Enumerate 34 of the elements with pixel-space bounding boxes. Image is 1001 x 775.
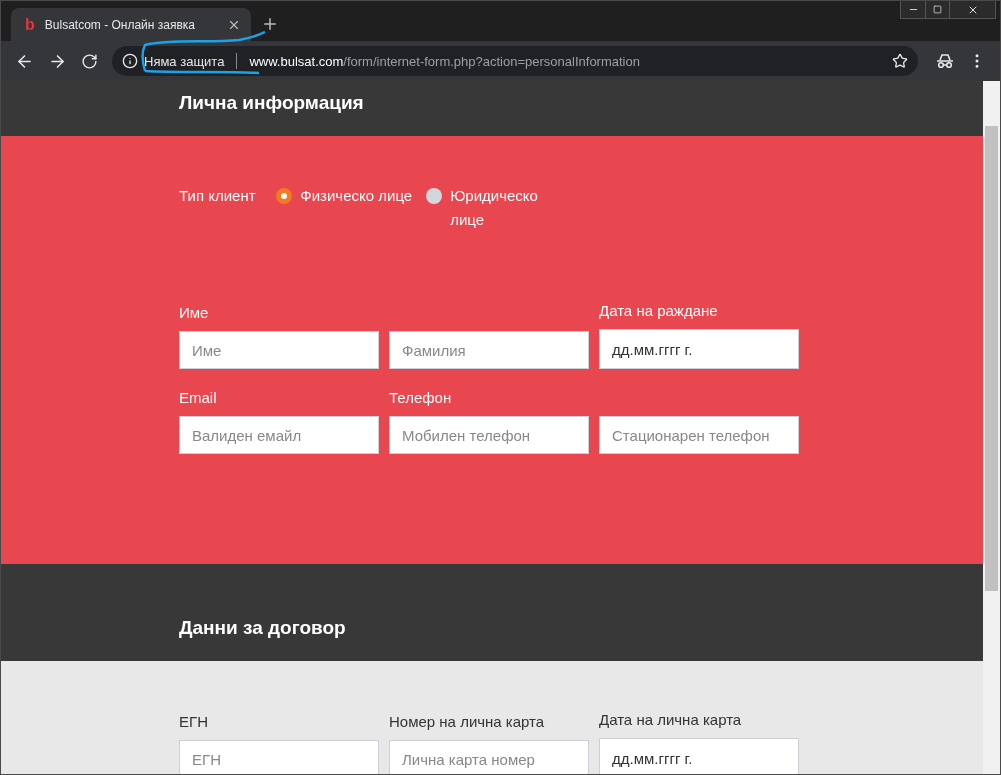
field-label: Телефон xyxy=(389,389,453,406)
radio-label[interactable]: Юридическо лице xyxy=(450,184,565,232)
date-field[interactable]: дд.мм.гггг г. xyxy=(599,738,799,774)
section-title: Лична информация xyxy=(179,92,364,114)
url-text: www.bulsat.com/form/internet-form.php?action=personalInformation xyxy=(249,53,641,69)
text-field[interactable]: Стационарен телефон xyxy=(599,416,799,454)
radio-button[interactable] xyxy=(426,188,443,204)
scrollbar[interactable] xyxy=(983,81,1000,774)
text-field[interactable]: Лична карта номер xyxy=(389,740,589,774)
bookmark-star-icon[interactable] xyxy=(892,53,908,69)
section-title: Данни за договор xyxy=(179,617,346,639)
tab-title: Bulsatcom - Онлайн заявка xyxy=(44,17,196,32)
text-field[interactable]: Име xyxy=(179,331,379,369)
address-bar[interactable]: Няма защита www.bulsat.com/form/internet-form.php?action=personalInformation xyxy=(112,46,918,76)
browser-tab[interactable]: b Bulsatcom - Онлайн заявка xyxy=(11,8,251,41)
info-icon[interactable] xyxy=(122,53,138,69)
maximize-button[interactable] xyxy=(925,1,949,18)
text-field[interactable]: Мобилен телефон xyxy=(389,416,589,454)
field-label: Име xyxy=(179,304,210,321)
date-field[interactable]: дд.мм.гггг г. xyxy=(599,329,799,369)
field-label: Дата на лична карта xyxy=(599,711,743,728)
client-type-label: Тип клиент xyxy=(179,186,257,206)
text-field[interactable]: Фамилия xyxy=(389,331,589,369)
site-logo: b xyxy=(25,16,35,33)
text-field[interactable]: Валиден емайл xyxy=(179,416,379,454)
radio-label[interactable]: Физическо лице xyxy=(300,184,413,208)
radio-button[interactable] xyxy=(276,188,293,204)
text-field[interactable]: ЕГН xyxy=(179,740,379,774)
field-label: Номер на лична карта xyxy=(389,713,546,730)
security-label: Няма защита xyxy=(144,53,225,69)
field-label: ЕГН xyxy=(179,713,209,730)
maximize-icon[interactable] xyxy=(933,5,942,14)
field-label: Email xyxy=(179,389,218,406)
field-label: Дата на раждане xyxy=(599,302,719,319)
